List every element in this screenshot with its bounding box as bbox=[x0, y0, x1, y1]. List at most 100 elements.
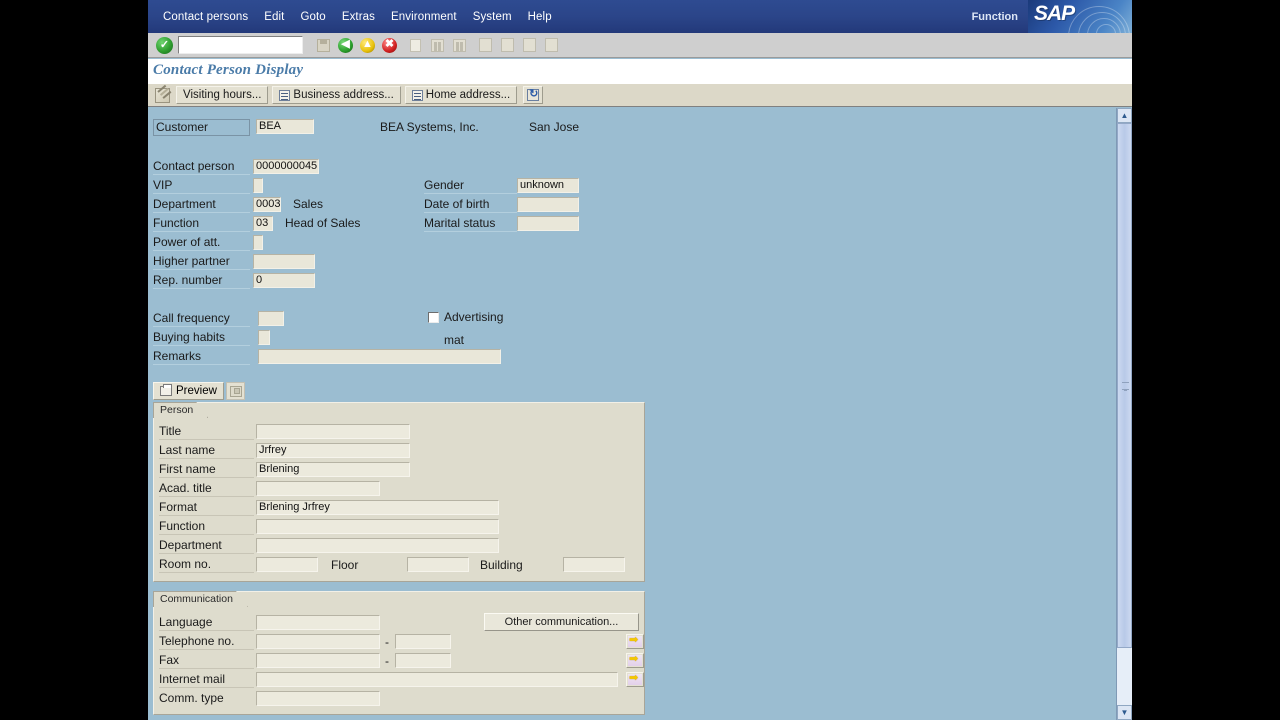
date-of-birth-field[interactable] bbox=[517, 197, 579, 212]
folder-compare-button[interactable] bbox=[226, 382, 245, 400]
previous-page-icon bbox=[501, 38, 514, 52]
room-no-field[interactable] bbox=[256, 557, 318, 572]
fax-label: Fax bbox=[159, 653, 254, 669]
telephone-no-field[interactable] bbox=[256, 634, 380, 649]
back-button[interactable]: ◀ bbox=[335, 35, 356, 55]
higher-partner-field[interactable] bbox=[253, 254, 315, 269]
preview-label: Preview bbox=[176, 385, 217, 397]
person-function-field[interactable] bbox=[256, 519, 499, 534]
scroll-up-button[interactable]: ▲ bbox=[1117, 108, 1132, 123]
edit-mode-button[interactable] bbox=[152, 86, 172, 104]
print-button[interactable] bbox=[405, 35, 426, 55]
last-name-label: Last name bbox=[159, 443, 254, 459]
building-label: Building bbox=[480, 558, 523, 572]
visiting-hours-button[interactable]: Visiting hours... bbox=[176, 86, 269, 104]
find-next-button[interactable] bbox=[449, 35, 470, 55]
rep-number-field[interactable]: 0 bbox=[253, 273, 315, 288]
customer-name-text: BEA Systems, Inc. bbox=[380, 120, 479, 134]
communication-group-box: Communication Other communication... Lan… bbox=[153, 591, 645, 715]
remarks-field[interactable] bbox=[258, 349, 501, 364]
command-field[interactable] bbox=[178, 36, 303, 54]
internet-mail-field[interactable] bbox=[256, 672, 618, 687]
menu-item-list: Contact persons Edit Goto Extras Environ… bbox=[148, 9, 560, 25]
acad-title-field[interactable] bbox=[256, 481, 380, 496]
fax-field[interactable] bbox=[256, 653, 380, 668]
last-name-field[interactable]: Jrfrey bbox=[256, 443, 410, 458]
department-field[interactable]: 0003 bbox=[253, 197, 281, 212]
person-department-field[interactable] bbox=[256, 538, 499, 553]
home-address-button[interactable]: Home address... bbox=[404, 86, 518, 104]
call-frequency-field[interactable] bbox=[258, 311, 284, 326]
refresh-button[interactable] bbox=[523, 86, 544, 104]
internet-mail-goto-button[interactable] bbox=[626, 671, 644, 687]
last-page-button[interactable] bbox=[541, 35, 562, 55]
language-label: Language bbox=[159, 615, 254, 631]
menu-item-contact-persons[interactable]: Contact persons bbox=[155, 9, 256, 25]
title-field[interactable] bbox=[256, 424, 410, 439]
cancel-button[interactable]: ✖ bbox=[379, 35, 400, 55]
find-button[interactable] bbox=[427, 35, 448, 55]
exit-button[interactable]: ▲ bbox=[357, 35, 378, 55]
yellow-up-arrow-icon: ▲ bbox=[360, 37, 375, 53]
vip-label: VIP bbox=[153, 178, 250, 194]
customer-label: Customer bbox=[153, 119, 250, 136]
gender-label: Gender bbox=[424, 178, 517, 194]
menu-item-edit[interactable]: Edit bbox=[256, 9, 292, 25]
menu-item-help[interactable]: Help bbox=[520, 9, 560, 25]
next-page-button[interactable] bbox=[519, 35, 540, 55]
customer-id-field[interactable]: BEA bbox=[256, 119, 314, 134]
building-field[interactable] bbox=[563, 557, 625, 572]
comm-type-field[interactable] bbox=[256, 691, 380, 706]
floor-field[interactable] bbox=[407, 557, 469, 572]
sap-logo: SAP bbox=[1028, 0, 1132, 33]
other-communication-button[interactable]: Other communication... bbox=[484, 613, 639, 631]
sap-gui-window: Contact persons Edit Goto Extras Environ… bbox=[148, 0, 1132, 720]
power-of-att-field[interactable] bbox=[253, 235, 263, 250]
buying-habits-field[interactable] bbox=[258, 330, 270, 345]
contact-person-label: Contact person bbox=[153, 159, 250, 175]
function-field[interactable]: 03 bbox=[253, 216, 273, 231]
telephone-dash: - bbox=[385, 635, 389, 649]
function-label-left: Function bbox=[153, 216, 250, 232]
menu-item-system[interactable]: System bbox=[465, 9, 520, 25]
vip-field[interactable] bbox=[253, 178, 263, 193]
first-name-field[interactable]: Brlening bbox=[256, 462, 410, 477]
preview-button[interactable]: Preview bbox=[153, 382, 224, 400]
advertising-mat-checkbox[interactable] bbox=[428, 312, 439, 323]
fax-goto-button[interactable] bbox=[626, 652, 644, 668]
format-label: Format bbox=[159, 500, 254, 516]
menu-item-goto[interactable]: Goto bbox=[292, 9, 333, 25]
menu-item-environment[interactable]: Environment bbox=[383, 9, 465, 25]
previous-page-button[interactable] bbox=[497, 35, 518, 55]
vertical-scrollbar[interactable]: ▲ ▼ bbox=[1116, 108, 1132, 720]
yellow-arrow-icon bbox=[628, 671, 642, 685]
contact-person-field[interactable]: 0000000045 bbox=[253, 159, 319, 174]
telephone-goto-button[interactable] bbox=[626, 633, 644, 649]
gender-field[interactable]: unknown bbox=[517, 178, 579, 193]
red-x-icon: ✖ bbox=[382, 37, 397, 53]
fax-extension-field[interactable] bbox=[395, 653, 451, 668]
green-check-icon[interactable]: ✓ bbox=[156, 36, 173, 54]
green-back-arrow-icon: ◀ bbox=[338, 37, 353, 53]
comm-type-label: Comm. type bbox=[159, 691, 224, 705]
function-text: Head of Sales bbox=[285, 216, 361, 230]
save-button[interactable] bbox=[313, 35, 334, 55]
marital-status-field[interactable] bbox=[517, 216, 579, 231]
refresh-icon bbox=[527, 87, 540, 101]
telephone-extension-field[interactable] bbox=[395, 634, 451, 649]
scrollbar-grip bbox=[1122, 381, 1129, 390]
telephone-no-label: Telephone no. bbox=[159, 634, 254, 650]
application-toolbar: Visiting hours... Business address... Ho… bbox=[148, 84, 1132, 107]
format-field[interactable]: Brlening Jrfrey bbox=[256, 500, 499, 515]
business-address-button[interactable]: Business address... bbox=[272, 86, 401, 104]
scrollbar-thumb[interactable] bbox=[1117, 123, 1132, 648]
advertising-mat-label-line2: mat bbox=[444, 333, 465, 347]
first-page-button[interactable] bbox=[475, 35, 496, 55]
menu-item-extras[interactable]: Extras bbox=[334, 9, 383, 25]
first-name-label: First name bbox=[159, 462, 254, 478]
language-field[interactable] bbox=[256, 615, 380, 630]
power-of-att-label: Power of att. bbox=[153, 235, 250, 251]
chevron-up-icon: ▲ bbox=[1120, 111, 1129, 120]
scroll-down-button[interactable]: ▼ bbox=[1117, 705, 1132, 720]
last-page-icon bbox=[545, 38, 558, 52]
